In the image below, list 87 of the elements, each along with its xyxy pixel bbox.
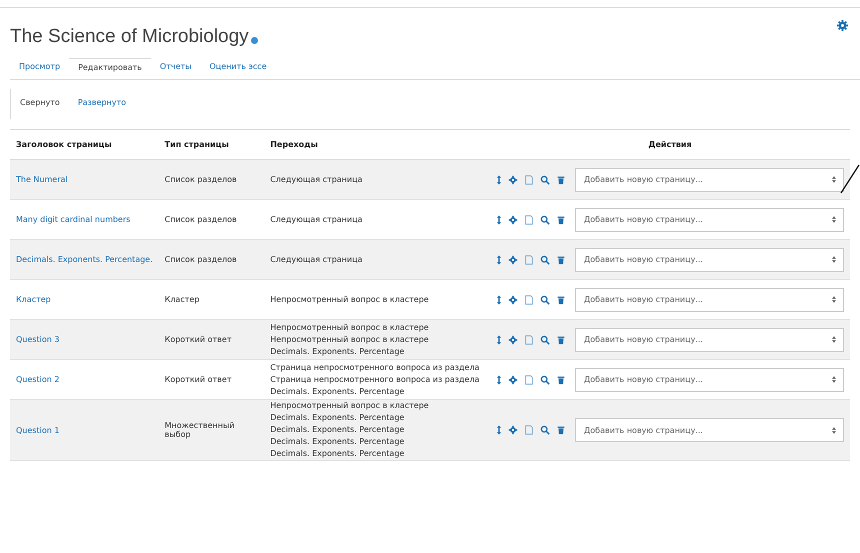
page-icon[interactable] — [524, 214, 534, 224]
gear-icon[interactable] — [508, 425, 518, 435]
updown-caret-icon — [832, 376, 836, 383]
tab[interactable]: Оценить эссе — [200, 58, 276, 79]
page-title: The Science of Microbiology — [10, 26, 249, 48]
updown-caret-icon — [832, 256, 836, 263]
trash-icon[interactable] — [556, 294, 566, 304]
jump-text: Decimals. Exponents. Percentage — [270, 448, 406, 460]
trash-icon[interactable] — [556, 374, 566, 384]
updown-caret-icon — [832, 296, 836, 303]
magnifier-icon[interactable] — [540, 174, 550, 184]
page-icon[interactable] — [524, 374, 534, 384]
jump-text: Непросмотренный вопрос в кластере — [270, 400, 430, 412]
jump-text: Следующая страница — [270, 254, 364, 266]
jump-text: Непросмотренный вопрос в кластере — [270, 294, 430, 306]
jump-text: Decimals. Exponents. Percentage — [270, 436, 406, 448]
page-type: Короткий ответ — [164, 335, 232, 344]
updown-caret-icon — [832, 336, 836, 343]
annotation-line — [840, 164, 860, 194]
updown-arrow-icon[interactable] — [496, 334, 502, 344]
magnifier-icon[interactable] — [540, 374, 550, 384]
trash-icon[interactable] — [556, 254, 566, 264]
page-type: Кластер — [164, 295, 200, 304]
trash-icon[interactable] — [556, 174, 566, 184]
add-page-select[interactable]: Добавить новую страницу... — [575, 288, 844, 312]
gear-icon[interactable] — [508, 214, 518, 224]
trash-icon[interactable] — [556, 425, 566, 435]
page-type: Короткий ответ — [164, 375, 232, 384]
magnifier-icon[interactable] — [540, 294, 550, 304]
updown-caret-icon — [832, 176, 836, 183]
column-header: Переходы — [270, 140, 318, 149]
add-page-select[interactable]: Добавить новую страницу... — [575, 168, 844, 192]
add-page-select[interactable]: Добавить новую страницу... — [575, 328, 844, 352]
updown-arrow-icon[interactable] — [496, 374, 502, 384]
jump-text: Decimals. Exponents. Percentage — [270, 412, 406, 424]
gear-icon[interactable] — [508, 334, 518, 344]
magnifier-icon[interactable] — [540, 214, 550, 224]
jump-text: Следующая страница — [270, 214, 364, 226]
tab[interactable]: Отчеты — [150, 58, 200, 79]
page-link[interactable]: Decimals. Exponents. Percentage. — [16, 255, 153, 264]
page-type: Список разделов — [164, 175, 237, 184]
updown-caret-icon — [832, 426, 836, 434]
column-header: Заголовок страницы — [16, 140, 112, 149]
page-type: Множественный выбор — [164, 421, 234, 439]
column-header: Тип страницы — [164, 140, 229, 149]
gear-icon[interactable] — [508, 254, 518, 264]
updown-arrow-icon[interactable] — [496, 254, 502, 264]
magnifier-icon[interactable] — [540, 254, 550, 264]
view-tab[interactable]: Развернуто — [68, 94, 136, 111]
jump-text: Decimals. Exponents. Percentage — [270, 424, 406, 436]
trash-icon[interactable] — [556, 334, 566, 344]
page-link[interactable]: Many digit cardinal numbers — [16, 215, 130, 224]
trash-icon[interactable] — [556, 214, 566, 224]
tab[interactable]: Просмотр — [10, 58, 70, 79]
gear-icon[interactable] — [508, 294, 518, 304]
jump-text: Страница непросмотренного вопроса из раздела — [270, 362, 480, 374]
page-link[interactable]: Question 1 — [16, 426, 60, 434]
column-header: Действия — [648, 140, 692, 149]
add-page-select[interactable]: Добавить новую страницу... — [575, 248, 844, 272]
updown-arrow-icon[interactable] — [496, 425, 502, 435]
updown-arrow-icon[interactable] — [496, 294, 502, 304]
updown-arrow-icon[interactable] — [496, 174, 502, 184]
jump-text: Decimals. Exponents. Percentage — [270, 386, 406, 398]
add-page-select[interactable]: Добавить новую страницу... — [575, 368, 844, 392]
magnifier-icon[interactable] — [540, 334, 550, 344]
add-page-select[interactable]: Добавить новую страницу... — [575, 418, 844, 442]
page-link[interactable]: Question 2 — [16, 375, 60, 384]
updown-arrow-icon[interactable] — [496, 214, 502, 224]
gear-icon[interactable] — [837, 20, 848, 31]
updown-caret-icon — [832, 216, 836, 223]
gear-icon[interactable] — [508, 374, 518, 384]
magnifier-icon[interactable] — [540, 425, 550, 435]
page-type: Список разделов — [164, 255, 237, 264]
page-link[interactable]: Question 3 — [16, 335, 60, 344]
jump-text: Страница непросмотренного вопроса из раздела — [270, 374, 480, 386]
jump-text: Decimals. Exponents. Percentage — [270, 346, 406, 358]
jump-text: Следующая страница — [270, 174, 364, 186]
tab[interactable]: Редактировать — [69, 58, 151, 79]
page-type: Список разделов — [164, 215, 237, 224]
add-page-select[interactable]: Добавить новую страницу... — [575, 208, 844, 232]
gear-icon[interactable] — [508, 174, 518, 184]
page-link[interactable]: Кластер — [16, 295, 51, 304]
page-link[interactable]: The Numeral — [16, 175, 68, 184]
page-icon[interactable] — [524, 294, 534, 304]
view-tab[interactable]: Свернуто — [11, 94, 69, 111]
jump-text: Непросмотренный вопрос в кластере — [270, 334, 430, 346]
jump-text: Непросмотренный вопрос в кластере — [270, 322, 430, 334]
